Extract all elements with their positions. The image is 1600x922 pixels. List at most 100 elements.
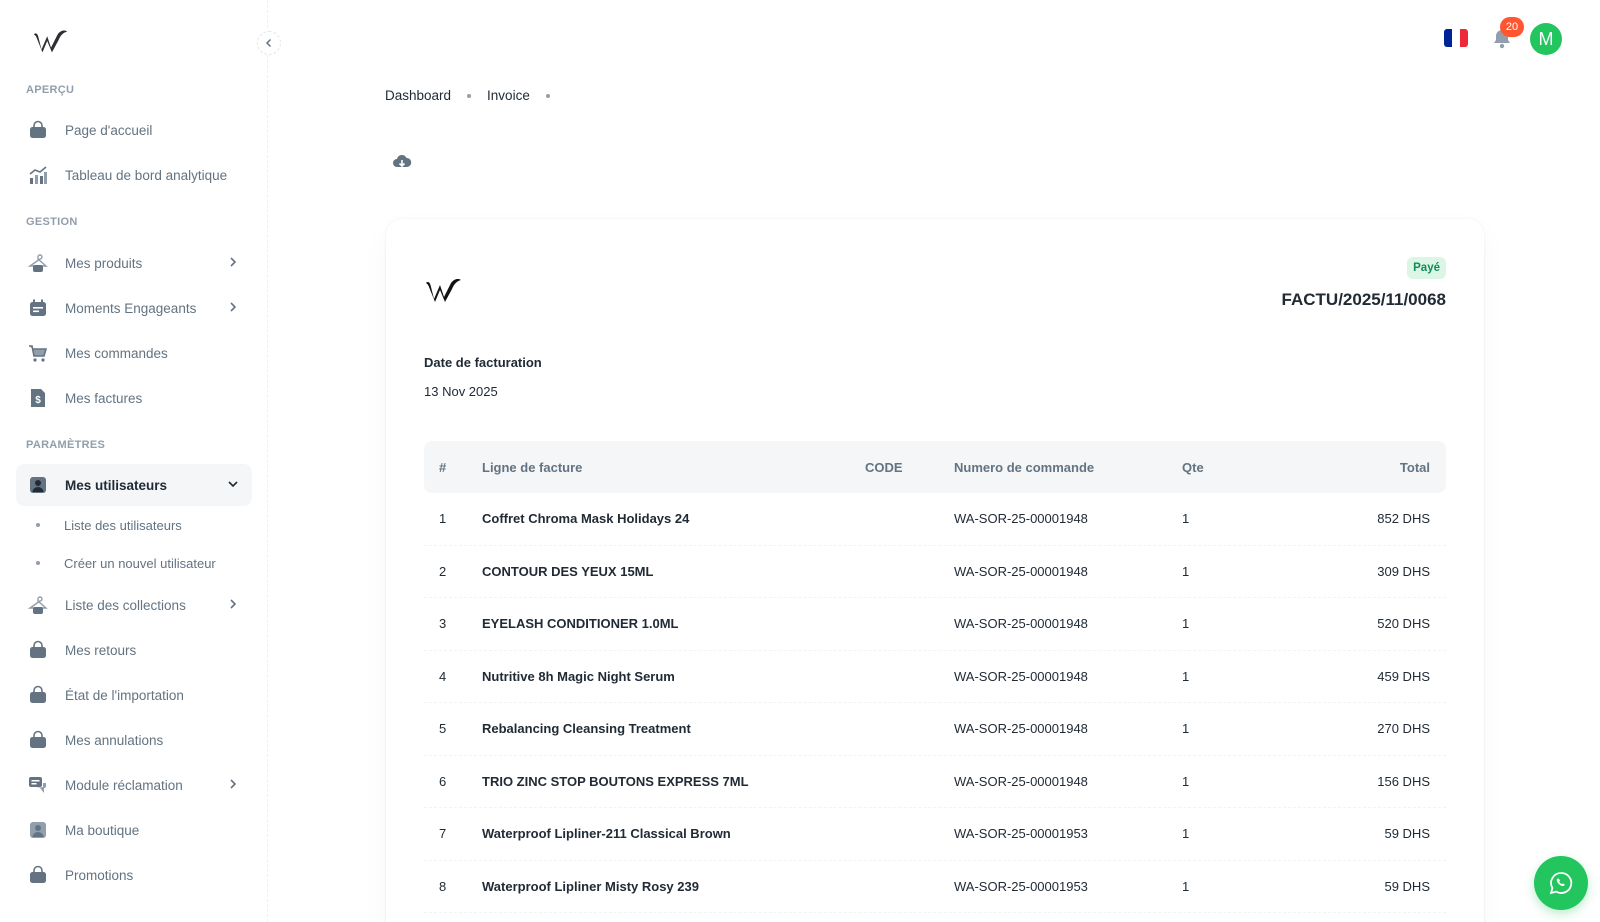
- brand-logo[interactable]: [32, 26, 70, 56]
- sidebar-item-home[interactable]: Page d'accueil: [16, 109, 252, 151]
- sidebar-item-label: Module réclamation: [65, 777, 183, 793]
- cell-line: EYELASH CONDITIONER 1.0ML: [482, 616, 679, 632]
- cell-total: 852 DHS: [1377, 511, 1430, 527]
- sidebar-item-claims[interactable]: Module réclamation: [16, 764, 252, 806]
- cell-line: Waterproof Lipliner-211 Classical Brown: [482, 826, 731, 842]
- sidebar-item-analytics[interactable]: Tableau de bord analytique: [16, 154, 252, 196]
- sidebar-item-orders[interactable]: Mes commandes: [16, 332, 252, 374]
- sidebar-item-label: Promotions: [65, 867, 134, 883]
- chevron-right-icon: [230, 599, 237, 609]
- whatsapp-chat-button[interactable]: [1534, 856, 1588, 910]
- analytics-icon: [27, 164, 49, 186]
- cell-order: WA-SOR-25-00001948: [954, 668, 1088, 684]
- bag-icon: [27, 729, 49, 751]
- table-body: 1 Coffret Chroma Mask Holidays 24 WA-SOR…: [424, 493, 1446, 913]
- cell-qty: 1: [1182, 668, 1190, 684]
- cell-total: 59 DHS: [1384, 826, 1430, 842]
- hanger-icon: [27, 252, 49, 274]
- cell-total: 156 DHS: [1377, 773, 1430, 789]
- sidebar-item-label: Mes factures: [65, 390, 143, 406]
- column-header-code: CODE: [865, 459, 903, 475]
- sidebar-collapse-button[interactable]: [257, 31, 281, 55]
- chevron-right-icon: [230, 302, 237, 312]
- sidebar-item-returns[interactable]: Mes retours: [16, 629, 252, 671]
- cell-order: WA-SOR-25-00001948: [954, 773, 1088, 789]
- sidebar-item-moments[interactable]: Moments Engageants: [16, 287, 252, 329]
- table-row: 1 Coffret Chroma Mask Holidays 24 WA-SOR…: [424, 493, 1446, 546]
- column-header-total: Total: [1399, 459, 1430, 475]
- avatar[interactable]: M: [1530, 23, 1562, 55]
- cell-qty: 1: [1182, 773, 1190, 789]
- cell-number: 8: [439, 878, 447, 894]
- sidebar-item-products[interactable]: Mes produits: [16, 242, 252, 284]
- section-title-parametres: PARAMÈTRES: [26, 439, 106, 451]
- sidebar-item-label: État de l'importation: [65, 687, 184, 703]
- cell-order: WA-SOR-25-00001948: [954, 721, 1088, 737]
- cell-number: 6: [439, 773, 447, 789]
- sidebar-item-collections[interactable]: Liste des collections: [16, 584, 252, 626]
- table-row: 4 Nutritive 8h Magic Night Serum WA-SOR-…: [424, 651, 1446, 703]
- language-flag-icon[interactable]: [1444, 29, 1468, 47]
- sidebar-item-label: Ma boutique: [65, 822, 140, 838]
- user-icon: [27, 474, 49, 496]
- status-badge: Payé: [1407, 257, 1446, 279]
- bullet-dot: [36, 523, 40, 527]
- cell-total: 459 DHS: [1377, 668, 1430, 684]
- cell-line: Rebalancing Cleansing Treatment: [482, 721, 691, 737]
- cell-line: TRIO ZINC STOP BOUTONS EXPRESS 7ML: [482, 773, 749, 789]
- invoice-card: Payé FACTU/2025/11/0068 Date de facturat…: [386, 219, 1484, 922]
- sidebar-item-promotions[interactable]: Promotions: [16, 854, 252, 896]
- sidebar-item-cancellations[interactable]: Mes annulations: [16, 719, 252, 761]
- breadcrumb-separator: [545, 93, 550, 98]
- table-row: 8 Waterproof Lipliner Misty Rosy 239 WA-…: [424, 861, 1446, 913]
- cell-order: WA-SOR-25-00001953: [954, 826, 1088, 842]
- cell-order: WA-SOR-25-00001948: [954, 511, 1088, 527]
- brand-logo: [426, 279, 461, 302]
- cart-icon: [27, 342, 49, 364]
- cell-line: Coffret Chroma Mask Holidays 24: [482, 511, 690, 527]
- chevron-right-icon: [230, 257, 237, 267]
- chevron-right-icon: [230, 779, 237, 789]
- cell-order: WA-SOR-25-00001948: [954, 616, 1088, 632]
- cell-number: 1: [439, 511, 447, 527]
- sidebar-subitem-label: Liste des utilisateurs: [64, 517, 182, 533]
- column-header-number: #: [439, 459, 447, 475]
- flag-stripe: [1444, 29, 1452, 47]
- column-header-line: Ligne de facture: [482, 459, 583, 475]
- invoice-date-label: Date de facturation: [424, 355, 542, 370]
- table-header: # Ligne de facture CODE Numero de comman…: [424, 441, 1446, 493]
- sidebar: APERÇU GESTION PARAMÈTRES Page d'accueil…: [0, 0, 268, 922]
- notification-badge: 20: [1500, 17, 1524, 37]
- bag-icon: [27, 639, 49, 661]
- cell-total: 520 DHS: [1377, 616, 1430, 632]
- sidebar-subitem-user-list[interactable]: Liste des utilisateurs: [16, 507, 252, 543]
- sidebar-subitem-create-user[interactable]: Créer un nouvel utilisateur: [16, 545, 252, 581]
- sidebar-subitem-label: Créer un nouvel utilisateur: [64, 555, 216, 571]
- cell-order: WA-SOR-25-00001953: [954, 878, 1088, 894]
- table-row: 6 TRIO ZINC STOP BOUTONS EXPRESS 7ML WA-…: [424, 756, 1446, 808]
- cloud-download-icon[interactable]: [392, 152, 412, 172]
- bag-icon: [27, 864, 49, 886]
- cell-line: Waterproof Lipliner Misty Rosy 239: [482, 878, 699, 894]
- sidebar-item-users[interactable]: Mes utilisateurs: [16, 464, 252, 506]
- cell-number: 2: [439, 563, 447, 579]
- sidebar-item-invoices[interactable]: $ Mes factures: [16, 377, 252, 419]
- bullet-dot: [36, 561, 40, 565]
- cell-qty: 1: [1182, 616, 1190, 632]
- cell-line: CONTOUR DES YEUX 15ML: [482, 563, 654, 579]
- table-row: 2 CONTOUR DES YEUX 15ML WA-SOR-25-000019…: [424, 546, 1446, 598]
- breadcrumb-separator: [467, 93, 472, 98]
- user-icon: [27, 819, 49, 841]
- flag-stripe: [1452, 29, 1460, 47]
- cell-qty: 1: [1182, 826, 1190, 842]
- sidebar-item-label: Mes annulations: [65, 732, 164, 748]
- cell-total: 59 DHS: [1384, 878, 1430, 894]
- cell-number: 5: [439, 721, 447, 737]
- breadcrumb-link-dashboard[interactable]: Dashboard: [385, 88, 451, 103]
- sidebar-item-label: Moments Engageants: [65, 300, 197, 316]
- sidebar-item-import-status[interactable]: État de l'importation: [16, 674, 252, 716]
- sidebar-item-label: Mes utilisateurs: [65, 477, 168, 493]
- sidebar-item-shop[interactable]: Ma boutique: [16, 809, 252, 851]
- sidebar-item-label: Liste des collections: [65, 597, 186, 613]
- bag-icon: [27, 684, 49, 706]
